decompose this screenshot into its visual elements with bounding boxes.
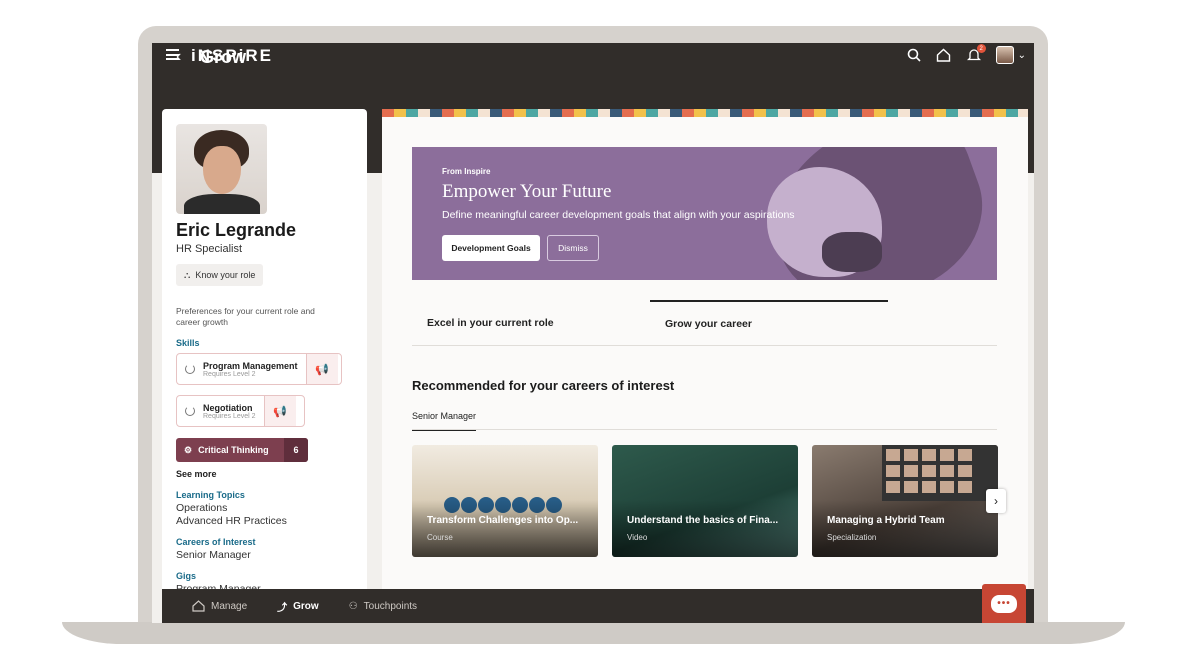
chevron-down-icon[interactable]: ⌄	[1018, 50, 1026, 61]
progress-icon	[185, 406, 195, 416]
recommended-title: Recommended for your careers of interest	[412, 378, 675, 393]
learning-topic: Operations	[176, 502, 228, 514]
header-actions: 2 ⌄	[906, 44, 1026, 64]
skill-chip-highlight[interactable]: ⚙ Critical Thinking 6	[176, 438, 308, 462]
skill-chip[interactable]: Program Management Requires Level 2 📢	[176, 353, 342, 385]
career-tabs: Excel in your current role Grow your car…	[412, 300, 997, 346]
careers-label[interactable]: Careers of Interest	[176, 537, 256, 547]
banner-decoration	[382, 109, 1028, 117]
profile-role: HR Specialist	[176, 243, 243, 255]
learning-topic: Advanced HR Practices	[176, 515, 287, 527]
gear-icon: ⚙	[184, 444, 193, 455]
chevron-left-icon[interactable]: ‹	[176, 48, 181, 66]
app-screen: iNSPiRE 2 ⌄ ‹ Grow Eric Legrande HR Spec…	[152, 43, 1034, 623]
development-goals-button[interactable]: Development Goals	[442, 235, 540, 261]
video-call-illustration	[882, 445, 998, 501]
chat-button[interactable]: •••	[982, 584, 1026, 623]
laptop-base	[62, 622, 1125, 644]
growth-icon: ⤴	[277, 602, 288, 614]
recommendation-card[interactable]: Understand the basics of Fina... Video	[612, 445, 798, 557]
home-icon[interactable]	[936, 46, 952, 64]
avatar[interactable]	[995, 46, 1014, 64]
gigs-label[interactable]: Gigs	[176, 571, 196, 581]
dismiss-button[interactable]: Dismiss	[547, 235, 599, 261]
career-item: Senior Manager	[176, 549, 251, 561]
touchpoints-icon: ⚇	[348, 600, 358, 612]
skill-chip[interactable]: Negotiation Requires Level 2 📢	[176, 395, 305, 427]
preferences-text: Preferences for your current role and ca…	[176, 306, 315, 327]
card-title: Managing a Hybrid Team	[827, 515, 945, 526]
hero-eyebrow: From Inspire	[442, 167, 491, 176]
profile-card: Eric Legrande HR Specialist ⛬ Know your …	[162, 109, 367, 623]
nav-manage[interactable]: Manage	[192, 600, 247, 612]
megaphone-icon[interactable]: 📢	[305, 354, 338, 384]
org-chart-icon: ⛬	[184, 269, 191, 280]
nav-grow[interactable]: ⤴ Grow	[277, 599, 319, 614]
nav-touchpoints[interactable]: ⚇ Touchpoints	[349, 601, 417, 612]
tab-grow-career[interactable]: Grow your career	[650, 300, 888, 346]
subtab-senior-manager[interactable]: Senior Manager	[412, 411, 477, 431]
card-type: Specialization	[827, 533, 877, 542]
card-title: Transform Challenges into Op...	[427, 515, 579, 526]
hero-banner: From Inspire Empower Your Future Define …	[412, 147, 997, 280]
know-your-role-button[interactable]: ⛬ Know your role	[176, 264, 264, 286]
recommendation-card[interactable]: Transform Challenges into Op... Course	[412, 445, 598, 557]
progress-icon	[185, 364, 195, 374]
subtab-divider	[412, 429, 997, 430]
see-more-link[interactable]: See more	[176, 469, 217, 479]
skills-label[interactable]: Skills	[176, 338, 200, 348]
tab-excel-current-role[interactable]: Excel in your current role	[412, 300, 650, 346]
recommendation-card[interactable]: Managing a Hybrid Team Specialization	[812, 445, 998, 557]
card-type: Video	[627, 533, 648, 542]
card-title: Understand the basics of Fina...	[627, 515, 779, 526]
bottom-nav: Manage ⤴ Grow ⚇ Touchpoints	[162, 589, 1034, 623]
main-panel: From Inspire Empower Your Future Define …	[382, 117, 1028, 623]
notification-badge: 2	[976, 44, 986, 53]
profile-name: Eric Legrande	[176, 220, 297, 240]
card-type: Course	[427, 533, 453, 542]
learning-topics-label[interactable]: Learning Topics	[176, 490, 245, 500]
profile-photo	[176, 124, 267, 214]
chevron-right-icon[interactable]: ›	[986, 489, 1006, 513]
hero-title: Empower Your Future	[442, 181, 612, 202]
hero-description: Define meaningful career development goa…	[442, 209, 795, 221]
search-icon[interactable]	[906, 46, 922, 64]
chat-icon: •••	[991, 594, 1017, 613]
home-icon	[192, 600, 205, 612]
megaphone-icon[interactable]: 📢	[263, 396, 296, 426]
page-title: Grow	[200, 47, 247, 67]
skill-count: 6	[284, 438, 308, 462]
bell-icon[interactable]: 2	[966, 44, 986, 64]
